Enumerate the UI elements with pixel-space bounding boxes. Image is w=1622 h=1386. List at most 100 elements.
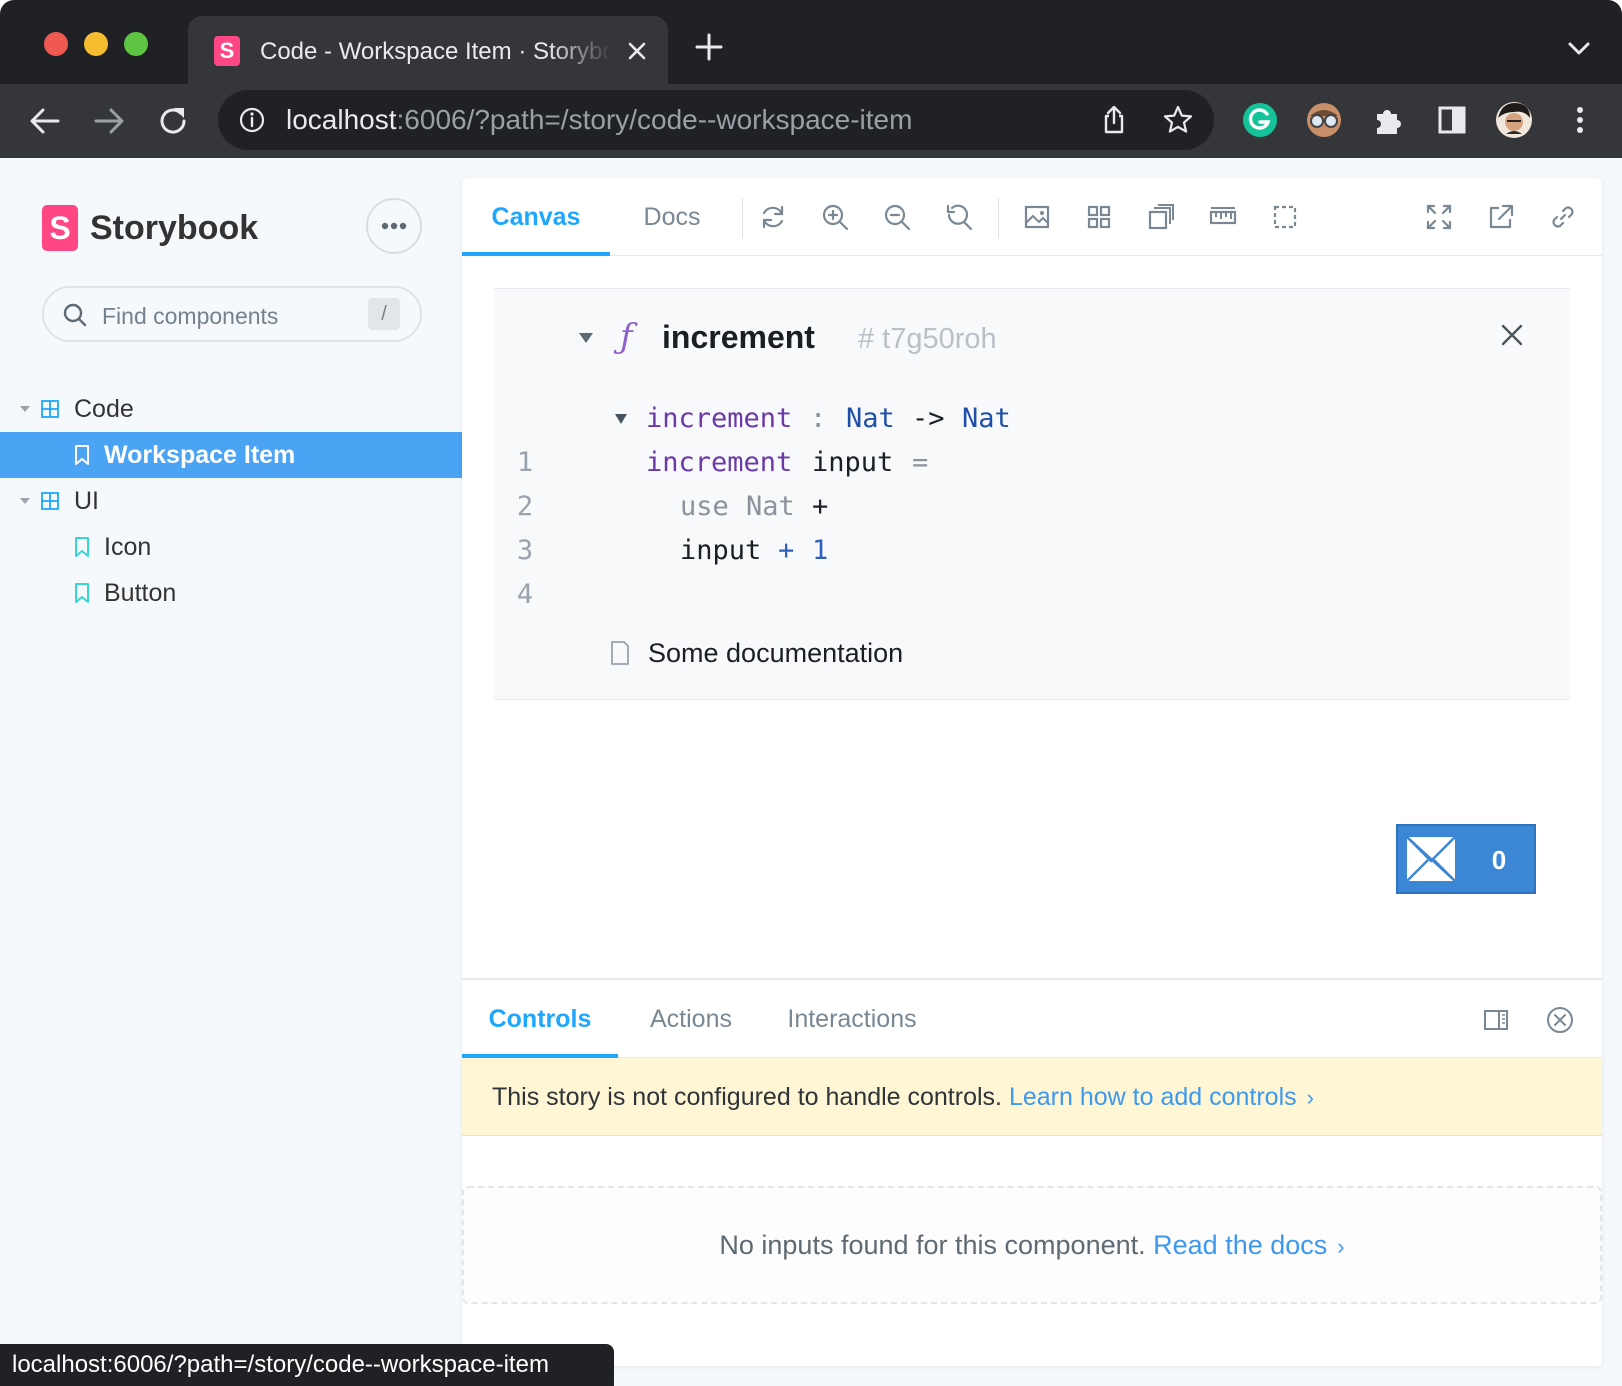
tab-interactions[interactable]: Interactions [764,980,940,1058]
viewport-icon[interactable] [1146,202,1176,232]
storybook-favicon-icon: S [214,36,240,66]
outline-icon[interactable] [1270,202,1300,232]
tab-canvas[interactable]: Canvas [462,178,610,256]
collapse-caret-icon[interactable] [578,331,594,345]
grammarly-extension-icon[interactable] [1240,100,1280,140]
open-new-tab-icon[interactable] [1486,202,1516,232]
share-icon[interactable] [1098,104,1130,136]
measure-ruler-icon[interactable] [1208,202,1238,232]
grid-icon[interactable] [1084,202,1114,232]
chevron-right-icon: › [1337,1234,1345,1259]
status-url-bubble: localhost:6006/?path=/story/code--worksp… [0,1344,614,1386]
profile-avatar-icon[interactable] [1494,100,1534,140]
tree-group-label: UI [74,486,99,515]
read-docs-link[interactable]: Read the docs [1153,1230,1327,1260]
search-icon [63,303,87,327]
tree-group-code[interactable]: Code [0,386,462,432]
bookmark-star-icon[interactable] [1162,104,1194,136]
close-icon[interactable] [1500,323,1524,347]
tree-story-button[interactable]: Button [0,570,462,616]
code-token[interactable]: Nat [962,397,1011,441]
sidebar: S Storybook Find components / Code Works… [0,158,462,1386]
bookmark-icon [75,583,89,603]
tree-story-label: Workspace Item [104,440,296,469]
tab-search-chevron-icon[interactable] [1564,36,1594,60]
tab-close-icon[interactable] [622,36,652,66]
code-token: = [912,447,929,478]
url-host: localhost [286,104,397,135]
counter-button[interactable]: 0 [1396,824,1536,894]
documentation-row: Some documentation [610,633,903,673]
code-line: 4 input + 1 [494,529,1570,610]
addons-panel: Controls Actions Interactions This story… [462,978,1602,1366]
code-token: -> [912,403,945,434]
url-text: localhost:6006/?path=/story/code--worksp… [286,102,912,138]
tab-actions[interactable]: Actions [618,980,764,1058]
code-token[interactable]: Nat [846,397,895,441]
zoom-reset-icon[interactable] [944,202,974,232]
envelope-icon [1406,836,1456,882]
tree-story-workspace-item[interactable]: Workspace Item [0,432,462,478]
tree-group-ui[interactable]: UI [0,478,462,524]
warning-text: This story is not configured to handle c… [492,1083,1002,1111]
code-token: use [680,491,729,522]
zoom-out-icon[interactable] [882,202,912,232]
tab-controls[interactable]: Controls [462,980,618,1058]
forward-arrow-icon[interactable] [90,102,128,140]
tree-group-label: Code [74,394,134,423]
code-token: increment [646,447,793,478]
window-minimize-button[interactable] [84,32,108,56]
browser-menu-kebab-icon[interactable] [1560,100,1600,140]
code-line: 2 increment input = [494,441,1570,522]
code-line: 3 use Nat + [494,485,1570,566]
side-panel-icon[interactable] [1432,100,1472,140]
term-hash: # t7g50roh [858,323,997,355]
document-icon [611,641,629,665]
bookmark-icon [75,537,89,557]
address-bar[interactable]: localhost:6006/?path=/story/code--worksp… [218,90,1214,150]
reload-icon[interactable] [154,102,192,140]
addons-tabs: Controls Actions Interactions [462,980,1602,1058]
extensions-puzzle-icon[interactable] [1368,100,1408,140]
code-token: Nat [746,491,795,522]
line-number: 4 [516,579,534,610]
learn-controls-link[interactable]: Learn how to add controls [1009,1083,1297,1111]
remount-sync-icon[interactable] [758,202,788,232]
find-components-search[interactable]: Find components / [42,286,422,342]
window-close-button[interactable] [44,32,68,56]
new-tab-icon[interactable] [694,32,724,62]
panel-orientation-icon[interactable] [1482,1006,1510,1034]
tree-story-label: Icon [104,532,152,561]
code-token: + [812,491,829,522]
documentation-text: Some documentation [648,637,904,668]
storybook-brand[interactable]: S Storybook [42,204,258,252]
component-grid-icon [41,492,59,510]
copy-link-icon[interactable] [1548,202,1578,232]
code-token: input [812,447,894,478]
preview-toolbar: Canvas Docs [462,178,1602,256]
browser-tab[interactable]: S Code - Workspace Item · Storybook [188,16,668,84]
zoom-in-icon[interactable] [820,202,850,232]
tree-story-icon[interactable]: Icon [0,524,462,570]
sidebar-menu-button[interactable] [366,198,422,254]
code-token: 1 [812,535,829,566]
fullscreen-icon[interactable] [1424,202,1454,232]
tab-docs[interactable]: Docs [610,178,734,256]
browser-toolbar: localhost:6006/?path=/story/code--worksp… [0,84,1622,158]
workspace-item: ƒ increment # t7g50roh 1 increment : Nat… [494,288,1570,700]
browser-window-chrome: S Code - Workspace Item · Storybook loca… [0,0,1622,158]
caret-down-icon [20,406,30,412]
search-placeholder: Find components [102,303,279,329]
ellipsis-icon [381,222,407,230]
extension-glasses-icon[interactable] [1304,100,1344,140]
close-panel-icon[interactable] [1546,1006,1574,1034]
background-image-icon[interactable] [1022,202,1052,232]
toolbar-divider [998,198,999,238]
site-info-icon[interactable] [238,106,266,134]
back-arrow-icon[interactable] [26,102,64,140]
code-block: 1 increment : Nat -> Nat 2 increment inp… [494,397,1570,610]
window-zoom-button[interactable] [124,32,148,56]
fold-caret-icon[interactable] [614,413,628,425]
brand-name: Storybook [90,208,259,247]
code-token: input [680,535,762,566]
